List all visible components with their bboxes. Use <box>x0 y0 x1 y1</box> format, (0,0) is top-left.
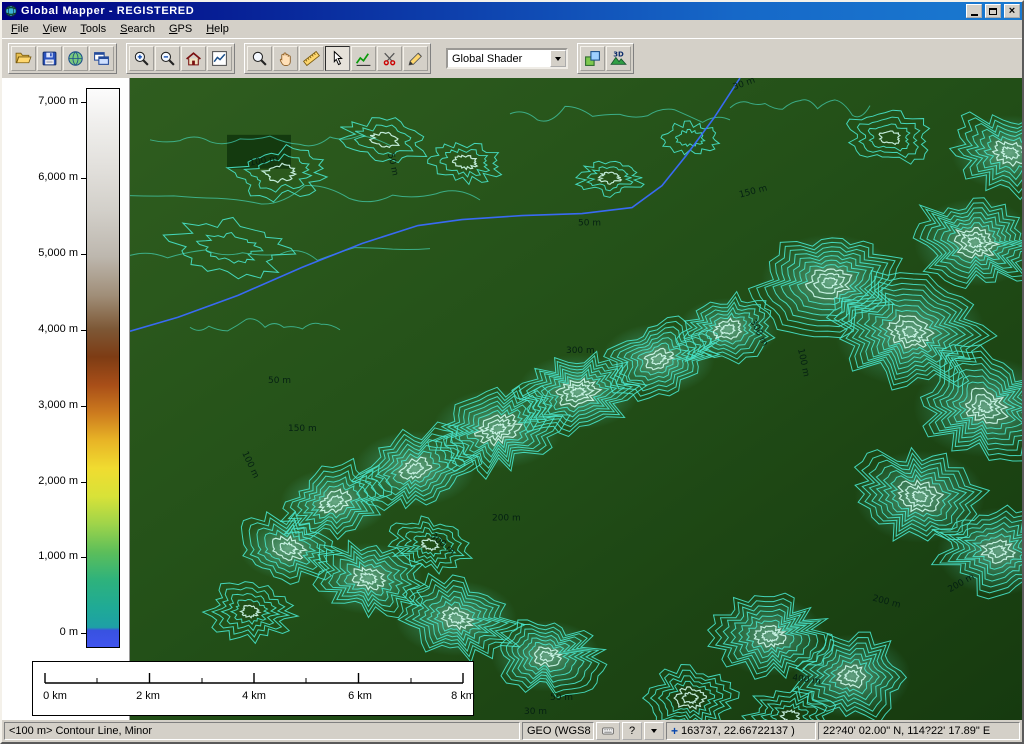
zoom-tool-magnifier-icon <box>251 50 268 67</box>
path-profile-icon <box>355 50 372 67</box>
contour-label: 50 m <box>550 693 573 703</box>
open-datasets-button[interactable] <box>89 46 114 71</box>
full-view-house-icon <box>185 50 202 67</box>
globe-icon <box>67 50 84 67</box>
select-tool-button[interactable] <box>325 46 350 71</box>
measure-tool-button[interactable] <box>299 46 324 71</box>
legend-tick-label: 4,000 m <box>4 323 78 336</box>
file-tool-group <box>8 43 117 74</box>
select-arrow-icon <box>329 50 346 67</box>
overlay-control-layers-icon <box>584 50 601 67</box>
legend-tick-label: 2,000 m <box>4 475 78 488</box>
scale-label: 4 km <box>232 690 276 702</box>
edit-tool-group <box>244 43 431 74</box>
3d-view-button[interactable]: 3D <box>606 46 631 71</box>
legend-tick-label: 5,000 m <box>4 247 78 260</box>
minimize-icon <box>971 14 978 16</box>
status-position: 22?40' 02.00" N, 114?22' 17.89" E <box>818 722 1020 740</box>
coordinate-format-button[interactable] <box>644 722 664 740</box>
keyboard-icon <box>600 725 616 737</box>
full-view-button[interactable] <box>181 46 206 71</box>
scale-label: 8 km <box>441 690 485 702</box>
app-globe-icon <box>4 4 18 18</box>
status-coordinates: + 163737, 22.66722137 ) <box>666 722 816 740</box>
global-mapper-window: Global Mapper - REGISTERED × File View T… <box>0 0 1024 744</box>
terrain-map[interactable]: 30 m100 m50 m50 m150 m50 m150 m100 m300 … <box>130 78 1022 720</box>
status-selection: <100 m> Contour Line, Minor <box>4 722 520 740</box>
3d-view-icon: 3D <box>610 50 627 67</box>
menu-view[interactable]: View <box>36 21 74 37</box>
view-tool-group: 3D <box>577 43 634 74</box>
shader-select-arrow-button[interactable] <box>550 50 566 67</box>
menu-tools[interactable]: Tools <box>73 21 113 37</box>
status-bar: <100 m> Contour Line, Minor GEO (WGS8 ? … <box>2 720 1022 742</box>
contour-label: 200 m <box>492 514 521 524</box>
menu-help[interactable]: Help <box>199 21 236 37</box>
menu-file[interactable]: File <box>4 21 36 37</box>
zoom-to-scale-chart-icon <box>211 50 228 67</box>
minimize-button[interactable] <box>966 4 982 18</box>
svg-text:3D: 3D <box>613 51 624 59</box>
save-workspace-button[interactable] <box>37 46 62 71</box>
save-workspace-icon <box>41 50 58 67</box>
contour-label: 300 m <box>566 346 595 356</box>
scale-bar-ticks <box>33 668 475 686</box>
window-title: Global Mapper - REGISTERED <box>21 5 963 17</box>
legend-tick-label: 6,000 m <box>4 171 78 184</box>
crosshair-icon: + <box>671 724 678 738</box>
status-projection: GEO (WGS8 <box>522 722 594 740</box>
zoom-in-icon <box>133 50 150 67</box>
zoom-tool-button[interactable] <box>247 46 272 71</box>
help-button[interactable]: ? <box>622 722 642 740</box>
elevation-legend: 7,000 m 6,000 m 5,000 m 4,000 m 3,000 m 2,000… <box>2 78 130 720</box>
legend-tick-label: 1,000 m <box>4 550 78 563</box>
path-profile-button[interactable] <box>351 46 376 71</box>
menu-bar: File View Tools Search GPS Help <box>2 20 1022 38</box>
close-button[interactable]: × <box>1004 4 1020 18</box>
legend-tick-label: 7,000 m <box>4 95 78 108</box>
measure-ruler-icon <box>303 50 320 67</box>
legend-tick-label: 0 m <box>4 626 78 639</box>
menu-search[interactable]: Search <box>113 21 162 37</box>
cut-scissors-icon <box>381 50 398 67</box>
menu-gps[interactable]: GPS <box>162 21 199 37</box>
zoom-tool-group <box>126 43 235 74</box>
scale-label: 2 km <box>126 690 170 702</box>
scale-label: 0 km <box>33 690 77 702</box>
maximize-icon <box>989 8 997 15</box>
legend-tick-label: 3,000 m <box>4 399 78 412</box>
contour-label: 50 m <box>578 219 601 229</box>
scale-label: 6 km <box>338 690 382 702</box>
shader-select-value: Global Shader <box>448 53 550 65</box>
open-datasets-icon <box>93 50 110 67</box>
zoom-in-button[interactable] <box>129 46 154 71</box>
scale-bar: 0 km 2 km 4 km 6 km 8 km <box>32 661 474 716</box>
open-file-button[interactable] <box>11 46 36 71</box>
toolbar: Global Shader 3D <box>2 38 1022 78</box>
load-remote-data-button[interactable] <box>63 46 88 71</box>
digitizer-tool-button[interactable] <box>403 46 428 71</box>
map-area[interactable]: 30 m100 m50 m50 m150 m50 m150 m100 m300 … <box>2 78 1022 720</box>
open-file-icon <box>15 50 32 67</box>
keyboard-button[interactable] <box>596 722 620 740</box>
chevron-down-icon <box>555 57 561 61</box>
contour-label: 150 m <box>288 424 317 434</box>
zoom-to-scale-button[interactable] <box>207 46 232 71</box>
contour-label: 50 m <box>268 376 291 386</box>
overlay-control-center-button[interactable] <box>580 46 605 71</box>
zoom-out-button[interactable] <box>155 46 180 71</box>
maximize-button[interactable] <box>985 4 1001 18</box>
chevron-down-icon <box>651 729 657 733</box>
pan-hand-icon <box>277 50 294 67</box>
digitizer-pen-icon <box>407 50 424 67</box>
shader-select[interactable]: Global Shader <box>446 48 568 69</box>
contour-label: 30 m <box>524 707 547 717</box>
title-bar[interactable]: Global Mapper - REGISTERED × <box>2 2 1022 20</box>
cut-tool-button[interactable] <box>377 46 402 71</box>
pan-tool-button[interactable] <box>273 46 298 71</box>
status-coordinates-value: 163737, 22.66722137 ) <box>681 725 795 737</box>
close-icon: × <box>1009 6 1015 16</box>
zoom-out-icon <box>159 50 176 67</box>
elevation-gradient-bar <box>86 88 120 648</box>
